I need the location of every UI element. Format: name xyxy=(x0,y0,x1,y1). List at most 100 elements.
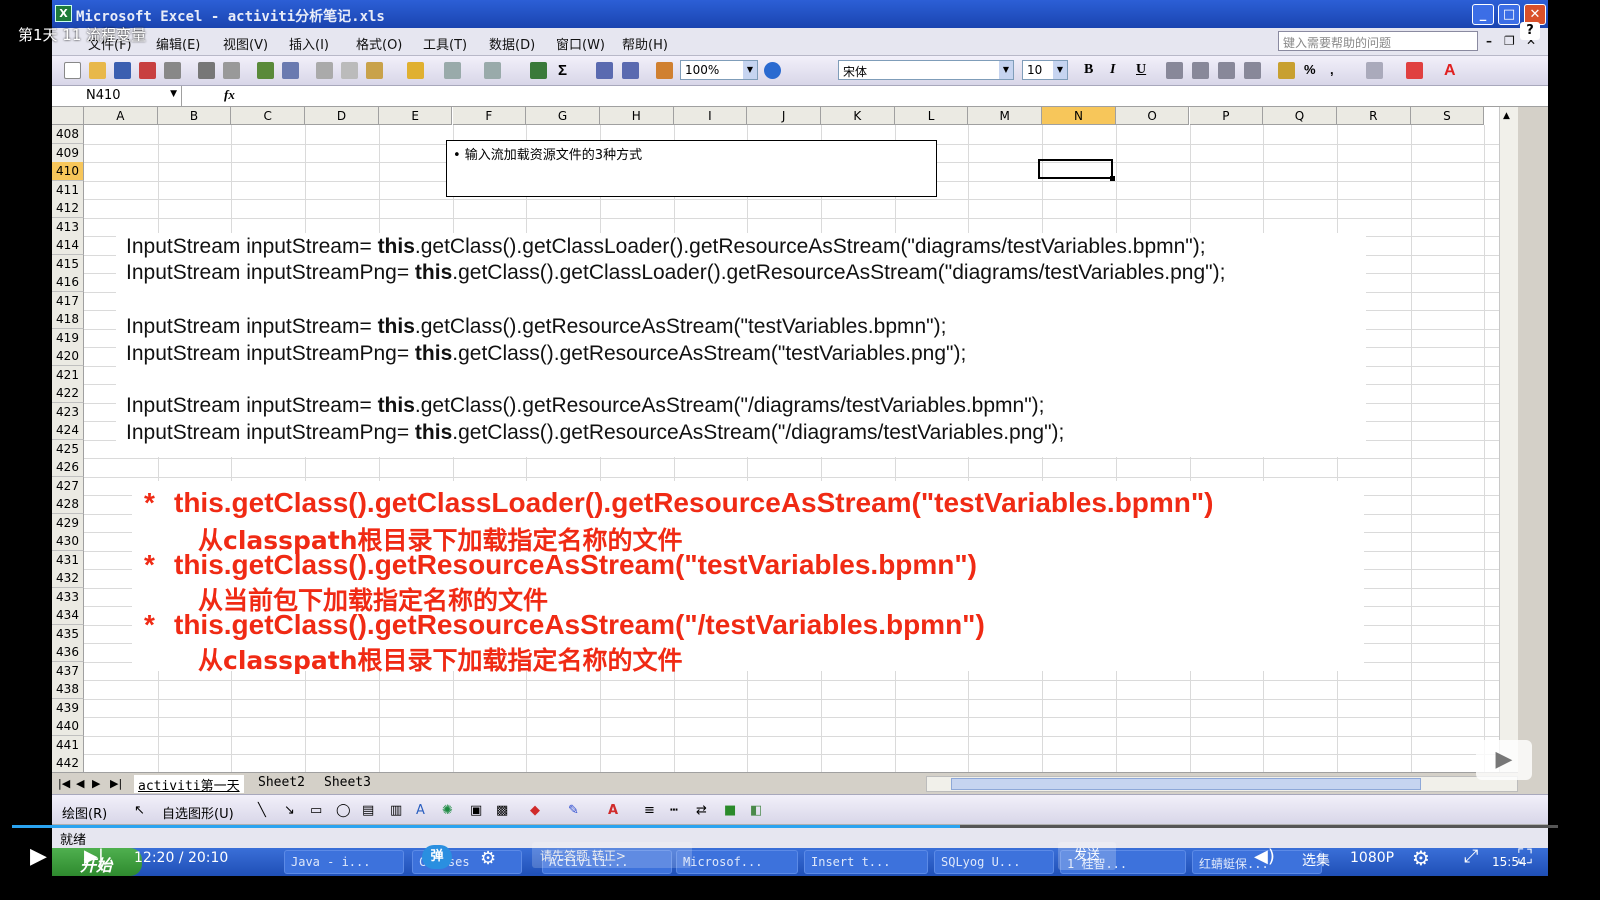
row-header-423[interactable]: 423 xyxy=(52,402,84,422)
help-search-input[interactable]: 键入需要帮助的问题 xyxy=(1278,31,1478,51)
redo-icon[interactable] xyxy=(484,62,501,79)
next-video-button[interactable]: ▶ xyxy=(1476,740,1532,780)
row-header-418[interactable]: 418 xyxy=(52,310,84,329)
autosum-icon[interactable]: Σ xyxy=(558,62,575,79)
vertical-scrollbar[interactable]: ▲ xyxy=(1499,107,1518,772)
row-header-442[interactable]: 442 xyxy=(52,754,84,772)
3d-icon[interactable]: ◧ xyxy=(750,803,762,818)
doc-minimize-button[interactable]: – xyxy=(1486,34,1492,48)
hyperlink-icon[interactable] xyxy=(530,62,547,79)
taskbar-item[interactable]: Java - i... xyxy=(284,850,404,874)
doc-restore-button[interactable]: ❐ xyxy=(1504,34,1515,48)
column-header-r[interactable]: R xyxy=(1336,107,1411,125)
column-header-p[interactable]: P xyxy=(1189,107,1264,125)
row-header-441[interactable]: 441 xyxy=(52,735,84,755)
row-header-411[interactable]: 411 xyxy=(52,180,84,200)
rectangle-icon[interactable]: ▭ xyxy=(310,803,322,818)
row-header-434[interactable]: 434 xyxy=(52,606,84,625)
print-icon[interactable] xyxy=(198,62,215,79)
fill-color-icon[interactable] xyxy=(1406,62,1423,79)
font-size-select[interactable]: 10 ▼ xyxy=(1022,60,1068,80)
code-picture[interactable]: InputStream inputStream= this.getClass()… xyxy=(116,233,1366,457)
column-header-q[interactable]: Q xyxy=(1263,107,1337,125)
undo-icon[interactable] xyxy=(444,62,461,79)
row-header-409[interactable]: 409 xyxy=(52,143,84,163)
menu-view[interactable]: 视图(V) xyxy=(223,34,268,53)
worksheet-grid[interactable]: ABCDEFGHIJKLMNOPQRS 408 409 410 411 412 413 41… xyxy=(52,107,1518,772)
menu-tools[interactable]: 工具(T) xyxy=(423,34,467,53)
diagram-icon[interactable]: ✺ xyxy=(442,803,453,818)
row-header-430[interactable]: 430 xyxy=(52,532,84,551)
row-header-427[interactable]: 427 xyxy=(52,476,84,496)
row-header-413[interactable]: 413 xyxy=(52,217,84,237)
scroll-thumb[interactable] xyxy=(951,778,1421,790)
notes-picture[interactable]: * this.getClass().getClassLoader().getRe… xyxy=(132,481,1364,675)
vertical-textbox-icon[interactable]: ▥ xyxy=(390,803,402,818)
column-header-f[interactable]: F xyxy=(452,107,527,125)
row-header-429[interactable]: 429 xyxy=(52,513,84,533)
text-box-heading[interactable]: • 输入流加载资源文件的3种方式 xyxy=(446,140,937,197)
textbox-icon[interactable]: ▤ xyxy=(362,803,374,818)
row-header-420[interactable]: 420 xyxy=(52,347,84,366)
autoshapes-button[interactable]: 自选图形(U) xyxy=(162,803,234,822)
align-center-icon[interactable] xyxy=(1192,62,1209,79)
menu-help[interactable]: 帮助(H) xyxy=(622,34,668,53)
danmu-settings-icon[interactable]: ⚙ xyxy=(480,848,496,869)
column-header-j[interactable]: J xyxy=(747,107,821,125)
column-header-m[interactable]: M xyxy=(968,107,1043,125)
row-header-438[interactable]: 438 xyxy=(52,680,84,699)
menu-data[interactable]: 数据(D) xyxy=(489,34,535,53)
row-header-408[interactable]: 408 xyxy=(52,125,84,144)
currency-icon[interactable] xyxy=(1278,62,1295,79)
row-header-432[interactable]: 432 xyxy=(52,569,84,588)
line-color-icon[interactable]: ✎ xyxy=(568,803,579,818)
row-header-419[interactable]: 419 xyxy=(52,328,84,348)
font-color-icon[interactable]: A xyxy=(608,803,618,818)
row-header-437[interactable]: 437 xyxy=(52,661,84,681)
sheet-tab-sheet3[interactable]: Sheet3 xyxy=(320,775,375,793)
column-header-a[interactable]: A xyxy=(84,107,158,125)
row-header-424[interactable]: 424 xyxy=(52,421,84,440)
sheet-tab-activiti[interactable]: activiti第一天 xyxy=(134,775,244,794)
play-icon[interactable]: ▶ xyxy=(30,844,47,869)
first-sheet-icon[interactable]: |◀ xyxy=(58,777,70,790)
font-name-select[interactable]: 宋体 ▼ xyxy=(838,60,1014,80)
fill-color-icon[interactable]: ◆ xyxy=(530,803,540,818)
horizontal-scrollbar[interactable] xyxy=(926,776,1518,792)
spelling-icon[interactable] xyxy=(257,62,274,79)
arrow-icon[interactable]: ↘ xyxy=(284,803,295,818)
borders-icon[interactable] xyxy=(1366,62,1383,79)
help-icon[interactable] xyxy=(764,62,781,79)
row-header-416[interactable]: 416 xyxy=(52,273,84,292)
paste-icon[interactable] xyxy=(366,62,383,79)
name-box[interactable]: N410 ▼ xyxy=(52,86,182,106)
row-header-425[interactable]: 425 xyxy=(52,439,84,459)
menu-window[interactable]: 窗口(W) xyxy=(556,34,605,53)
merge-center-icon[interactable] xyxy=(1244,62,1261,79)
column-header-d[interactable]: D xyxy=(305,107,379,125)
clipart-icon[interactable]: ▣ xyxy=(470,803,482,818)
danmu-input[interactable]: 请先答题 转正> xyxy=(532,842,692,868)
column-header-o[interactable]: O xyxy=(1115,107,1190,125)
align-right-icon[interactable] xyxy=(1218,62,1235,79)
column-header-c[interactable]: C xyxy=(231,107,306,125)
column-header-g[interactable]: G xyxy=(526,107,600,125)
help-icon[interactable]: ? xyxy=(1520,22,1540,40)
fullscreen-icon[interactable]: ⛶ xyxy=(1518,844,1532,868)
percent-icon[interactable]: % xyxy=(1304,62,1321,79)
select-all-corner[interactable] xyxy=(52,107,84,125)
prev-sheet-icon[interactable]: ◀ xyxy=(76,777,84,790)
dash-style-icon[interactable]: ┅ xyxy=(670,803,678,818)
draw-menu-button[interactable]: 绘图(R) xyxy=(62,803,107,822)
column-header-e[interactable]: E xyxy=(378,107,453,125)
taskbar-item[interactable]: Microsof... xyxy=(676,850,798,874)
column-header-l[interactable]: L xyxy=(894,107,969,125)
row-header-435[interactable]: 435 xyxy=(52,624,84,644)
arrow-style-icon[interactable]: ⇄ xyxy=(696,803,707,818)
column-header-k[interactable]: K xyxy=(821,107,895,125)
scroll-up-icon[interactable]: ▲ xyxy=(1503,111,1510,121)
row-header-417[interactable]: 417 xyxy=(52,291,84,311)
zoom-select[interactable]: 100% ▼ xyxy=(680,60,758,80)
chart-wizard-icon[interactable] xyxy=(656,62,673,79)
row-header-436[interactable]: 436 xyxy=(52,643,84,662)
